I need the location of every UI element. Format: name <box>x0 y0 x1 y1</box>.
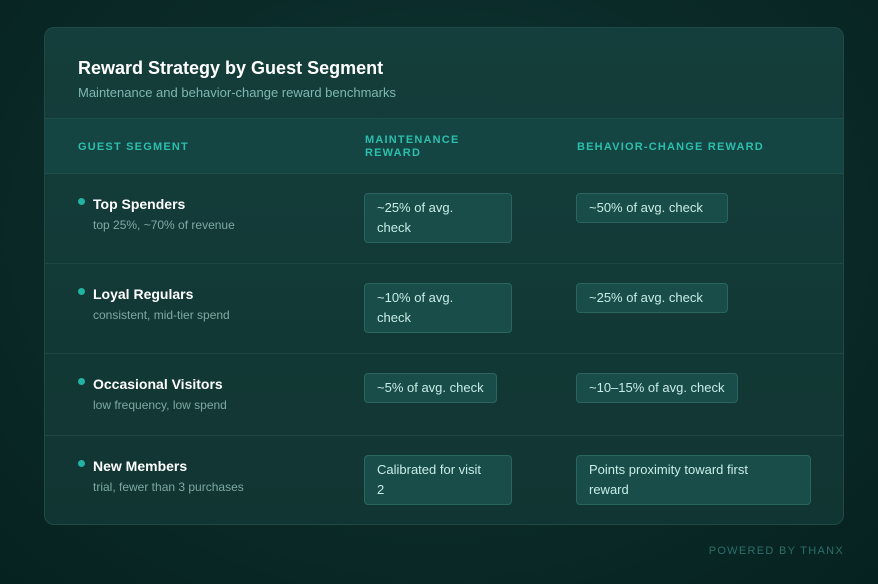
segment-dot-icon <box>78 288 85 295</box>
segment-description: top 25%, ~70% of revenue <box>93 218 235 232</box>
powered-by-footer: POWERED BY THANX <box>708 545 844 557</box>
segment-dot-icon <box>78 460 85 467</box>
behavior-reward-badge: ~10–15% of avg. check <box>576 373 738 403</box>
maintenance-reward-line2: 2 <box>377 482 385 497</box>
maintenance-reward-line1: ~25% of avg. <box>377 200 454 215</box>
segment-description: trial, fewer than 3 purchases <box>93 480 244 494</box>
maintenance-reward-line1: ~10% of avg. <box>377 290 454 305</box>
maintenance-reward-line2: check <box>377 310 411 325</box>
maintenance-reward-badge: ~25% of avg. check <box>364 193 512 243</box>
segment-description: low frequency, low spend <box>93 398 227 412</box>
behavior-reward-line1: ~50% of avg. check <box>589 200 703 215</box>
behavior-reward-badge: Points proximity toward first reward <box>576 455 811 505</box>
table-row: Loyal Regulars consistent, mid-tier spen… <box>45 264 843 354</box>
maintenance-reward-line1: ~5% of avg. check <box>377 380 484 395</box>
header-maintenance-line2: REWARD <box>365 147 422 159</box>
reward-strategy-card: Reward Strategy by Guest Segment Mainten… <box>44 27 844 525</box>
behavior-reward-line1: ~10–15% of avg. check <box>589 380 725 395</box>
segment-name: Occasional Visitors <box>93 376 223 392</box>
behavior-reward-line1: Points proximity toward first <box>589 462 748 477</box>
card-subtitle: Maintenance and behavior-change reward b… <box>78 85 396 100</box>
segment-dot-icon <box>78 378 85 385</box>
card-title: Reward Strategy by Guest Segment <box>78 58 384 78</box>
maintenance-reward-line2: check <box>377 220 411 235</box>
behavior-reward-badge: ~50% of avg. check <box>576 193 728 223</box>
table-row: Top Spenders top 25%, ~70% of revenue ~2… <box>45 174 843 264</box>
segment-name: New Members <box>93 458 188 474</box>
maintenance-reward-badge: ~5% of avg. check <box>364 373 497 403</box>
table-row: Occasional Visitors low frequency, low s… <box>45 354 843 436</box>
maintenance-reward-badge: Calibrated for visit 2 <box>364 455 512 505</box>
segment-name: Loyal Regulars <box>93 286 194 302</box>
behavior-reward-line1: ~25% of avg. check <box>589 290 703 305</box>
table-header: GUEST SEGMENT MAINTENANCE REWARD BEHAVIO… <box>45 118 843 174</box>
header-behavior-change-reward: BEHAVIOR-CHANGE REWARD <box>577 141 764 153</box>
table-row: New Members trial, fewer than 3 purchase… <box>45 436 843 524</box>
maintenance-reward-line1: Calibrated for visit <box>377 462 482 477</box>
segment-description: consistent, mid-tier spend <box>93 308 230 322</box>
card-header: Reward Strategy by Guest Segment Mainten… <box>45 28 843 118</box>
header-maintenance-reward: MAINTENANCE REWARD <box>365 134 459 160</box>
behavior-reward-badge: ~25% of avg. check <box>576 283 728 313</box>
header-guest-segment: GUEST SEGMENT <box>78 141 189 153</box>
maintenance-reward-badge: ~10% of avg. check <box>364 283 512 333</box>
behavior-reward-line2: reward <box>589 482 629 497</box>
segment-name: Top Spenders <box>93 196 186 212</box>
segment-dot-icon <box>78 198 85 205</box>
header-maintenance-line1: MAINTENANCE <box>365 134 460 146</box>
